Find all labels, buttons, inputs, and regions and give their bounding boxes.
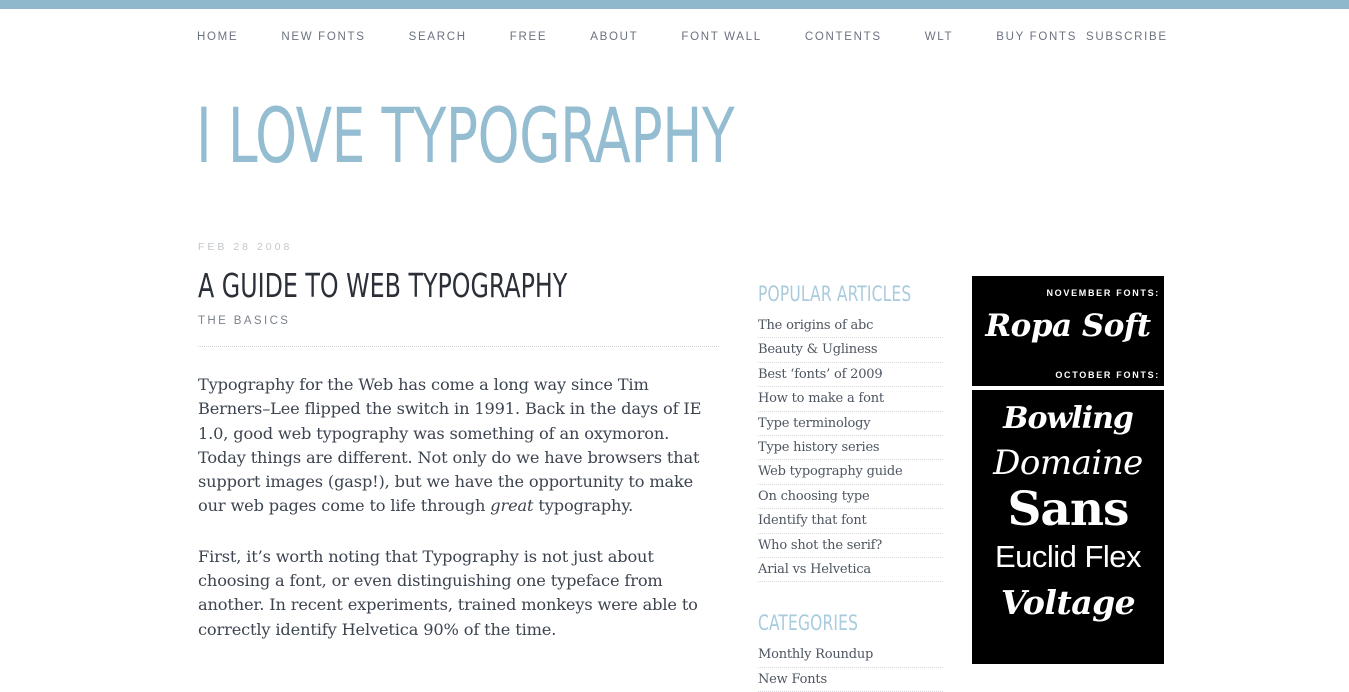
- nav-item-home[interactable]: HOME: [197, 31, 238, 43]
- article-title[interactable]: A GUIDE TO WEB TYPOGRAPHY: [198, 269, 615, 303]
- list-item[interactable]: On choosing type: [758, 485, 943, 510]
- font-name-bowling[interactable]: Bowling: [978, 396, 1158, 441]
- article-date: FEB 28 2008: [198, 241, 293, 253]
- article-body: Typography for the Web has come a long w…: [198, 373, 719, 642]
- top-accent-bar: [0, 0, 1349, 9]
- list-item[interactable]: Best ‘fonts’ of 2009: [758, 363, 943, 388]
- list-item[interactable]: Arial vs Helvetica: [758, 558, 943, 583]
- article: FEB 28 2008 A GUIDE TO WEB TYPOGRAPHY TH…: [198, 241, 719, 668]
- sidebar-heading-categories: CATEGORIES: [758, 611, 859, 636]
- font-name-voltage[interactable]: Voltage: [978, 579, 1158, 627]
- list-item[interactable]: Type history series: [758, 436, 943, 461]
- article-paragraph-2: First, it’s worth noting that Typography…: [198, 546, 698, 639]
- list-item[interactable]: New Fonts: [758, 668, 943, 692]
- list-item[interactable]: Monthly Roundup: [758, 643, 943, 668]
- nav-item-about[interactable]: ABOUT: [590, 31, 638, 43]
- nav-item-free[interactable]: FREE: [510, 31, 547, 43]
- list-item[interactable]: Type terminology: [758, 412, 943, 437]
- promo-panel-october-fonts[interactable]: Bowling Domaine Sans Euclid Flex Voltage: [972, 390, 1164, 664]
- promo-label-november: NOVEMBER FONTS:: [1046, 288, 1160, 298]
- main-navigation: HOME NEW FONTS SEARCH FREE ABOUT FONT WA…: [0, 9, 1349, 60]
- nav-item-font-wall[interactable]: FONT WALL: [681, 31, 761, 43]
- list-item[interactable]: The origins of abc: [758, 314, 943, 339]
- font-name-domaine[interactable]: Domaine: [978, 441, 1158, 485]
- list-item[interactable]: Web typography guide: [758, 460, 943, 485]
- nav-items-group: HOME NEW FONTS SEARCH FREE ABOUT FONT WA…: [197, 31, 1077, 43]
- font-name-sans[interactable]: Sans: [978, 485, 1158, 535]
- list-item[interactable]: Identify that font: [758, 509, 943, 534]
- paragraph-1-text-start: Typography for the Web has come a long w…: [198, 375, 702, 516]
- paragraph-1-emphasis: great: [490, 496, 534, 516]
- popular-articles-list: The origins of abc Beauty & Ugliness Bes…: [758, 314, 943, 583]
- promo-panel-november-fonts[interactable]: NOVEMBER FONTS: Ropa Soft OCTOBER FONTS:: [972, 276, 1164, 386]
- promo-column: NOVEMBER FONTS: Ropa Soft OCTOBER FONTS:…: [972, 276, 1164, 664]
- promo-feature-font-name: Ropa Soft: [985, 308, 1151, 344]
- paragraph-1-text-end: typography.: [533, 496, 634, 516]
- font-name-euclid-flex[interactable]: Euclid Flex: [978, 535, 1158, 579]
- october-font-list: Bowling Domaine Sans Euclid Flex Voltage: [972, 396, 1164, 627]
- article-divider: [198, 346, 719, 347]
- nav-item-buy-fonts[interactable]: BUY FONTS: [996, 31, 1077, 43]
- nav-item-search[interactable]: SEARCH: [409, 31, 467, 43]
- nav-item-new-fonts[interactable]: NEW FONTS: [281, 31, 365, 43]
- article-subtitle: THE BASICS: [198, 315, 291, 327]
- list-item[interactable]: Beauty & Ugliness: [758, 338, 943, 363]
- sidebar: POPULAR ARTICLES The origins of abc Beau…: [758, 283, 943, 692]
- categories-list: Monthly Roundup New Fonts: [758, 643, 943, 692]
- site-logo[interactable]: I LOVE TYPOGRAPHY: [196, 96, 735, 176]
- nav-item-contents[interactable]: CONTENTS: [805, 31, 882, 43]
- list-item[interactable]: Who shot the serif?: [758, 534, 943, 559]
- nav-item-subscribe[interactable]: SUBSCRIBE: [1086, 31, 1168, 43]
- list-item[interactable]: How to make a font: [758, 387, 943, 412]
- article-paragraph-1: Typography for the Web has come a long w…: [198, 373, 719, 519]
- nav-item-wlt[interactable]: WLT: [925, 31, 954, 43]
- promo-label-october: OCTOBER FONTS:: [1055, 370, 1160, 380]
- sidebar-heading-popular-articles: POPULAR ARTICLES: [758, 282, 912, 306]
